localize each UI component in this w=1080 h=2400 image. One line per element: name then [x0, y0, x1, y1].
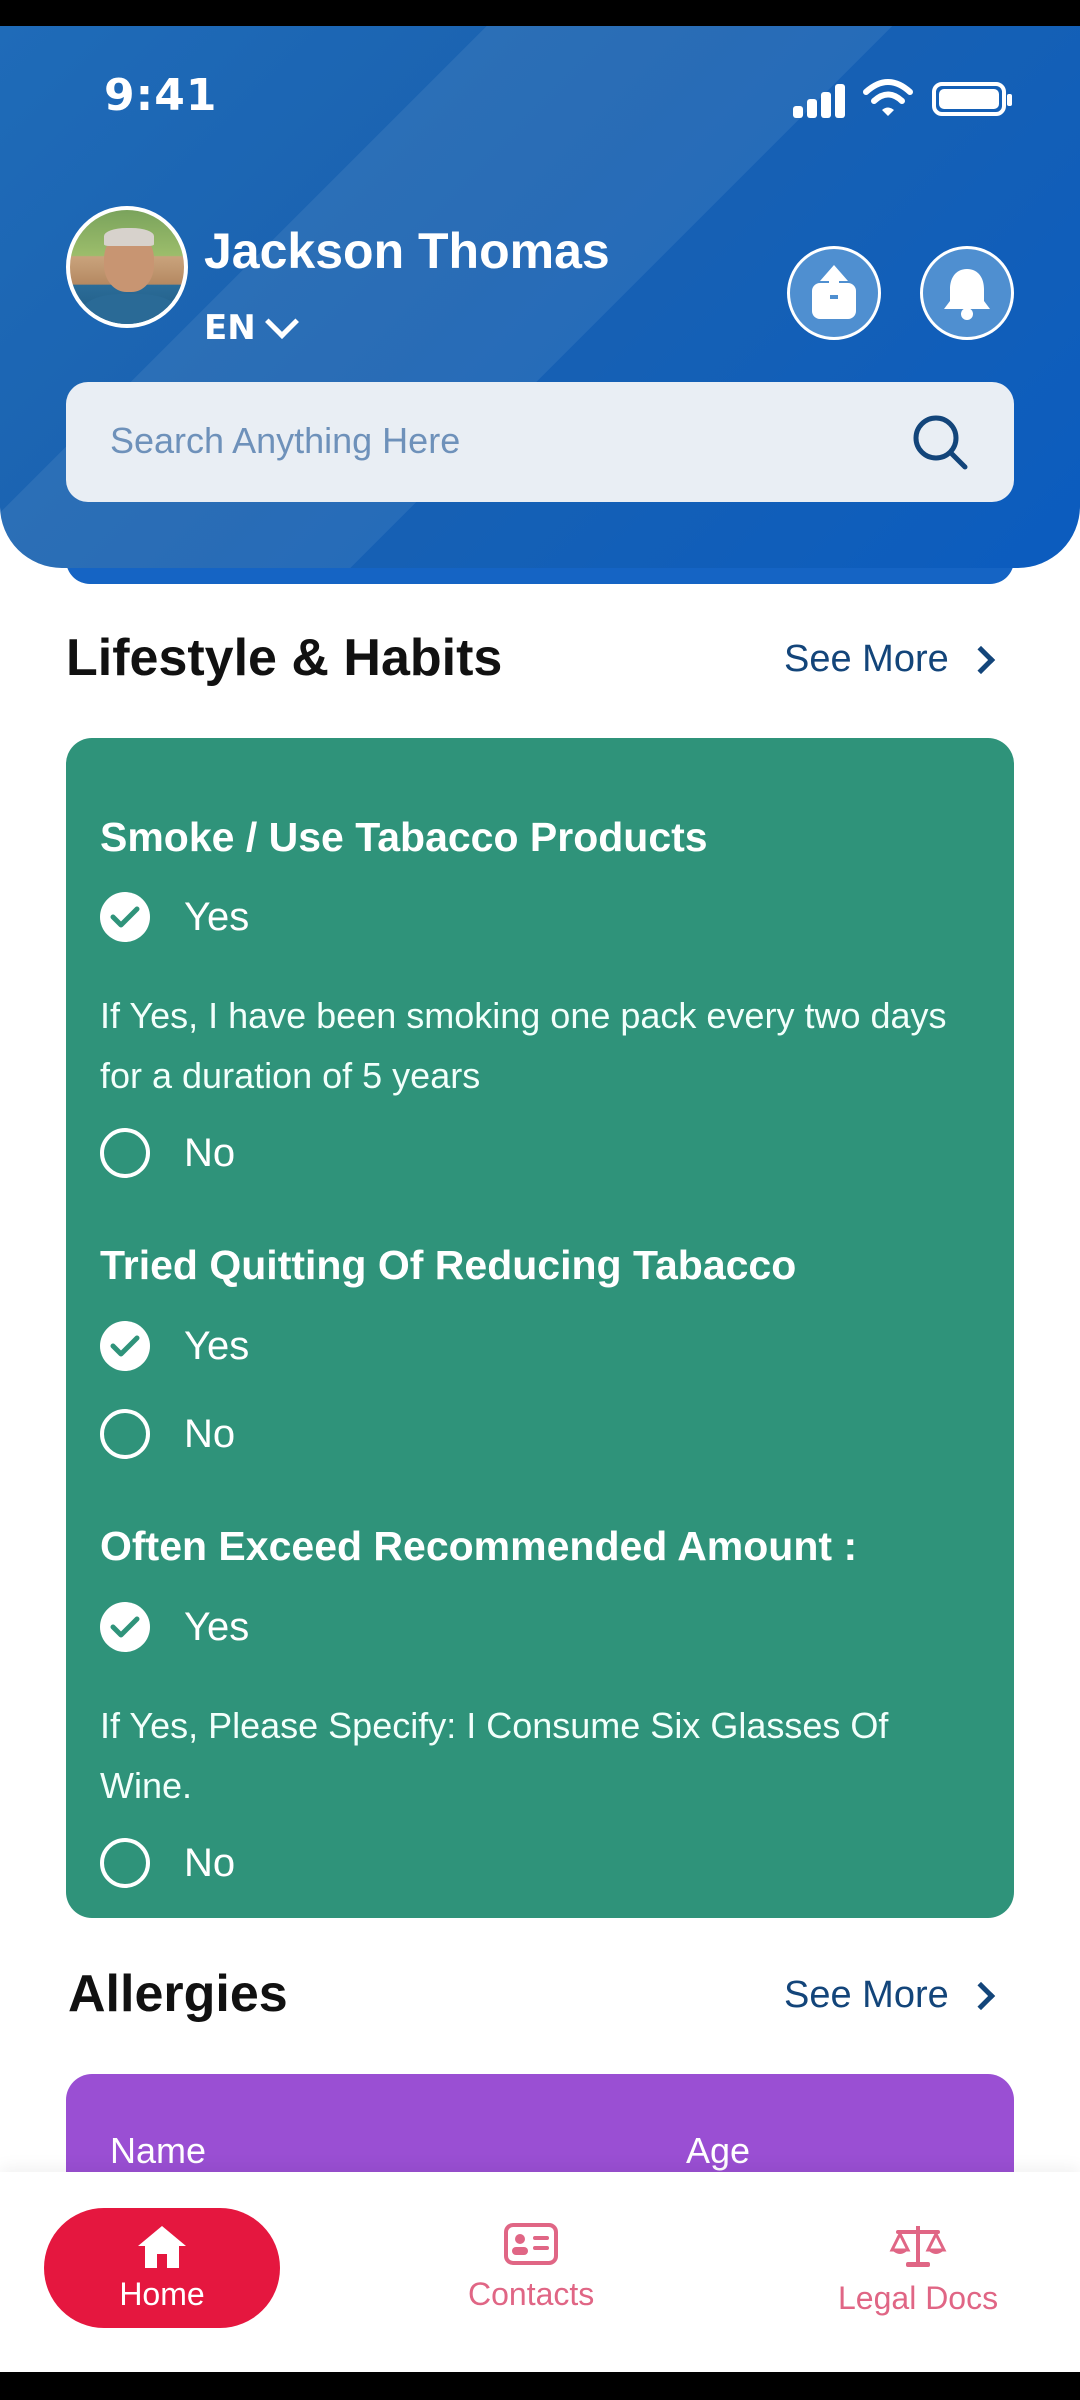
- quit-no-option[interactable]: No: [100, 1409, 235, 1459]
- option-label: No: [184, 1840, 236, 1885]
- allergies-see-more-link[interactable]: See More: [784, 1974, 995, 2017]
- nav-legal-docs[interactable]: Legal Docs: [838, 2222, 998, 2317]
- app-screen: 9:41 Jackson Thomas EN Search Anything H…: [0, 26, 1080, 2372]
- radio-unchecked-icon: [100, 1409, 150, 1459]
- cellular-signal-icon: [793, 84, 845, 118]
- nav-home[interactable]: Home: [44, 2208, 280, 2328]
- option-label: Yes: [184, 894, 250, 939]
- nav-contacts[interactable]: Contacts: [468, 2222, 594, 2313]
- share-button[interactable]: [787, 246, 881, 340]
- allergies-section-title: Allergies: [68, 1965, 288, 2023]
- status-time: 9:41: [104, 70, 218, 121]
- radio-unchecked-icon: [100, 1128, 150, 1178]
- question-smoke: Smoke / Use Tabacco Products: [100, 814, 708, 860]
- header: 9:41 Jackson Thomas EN: [0, 26, 1080, 568]
- smoke-details: If Yes, I have been smoking one pack eve…: [100, 995, 947, 1096]
- avatar[interactable]: [66, 206, 188, 328]
- search-icon[interactable]: [910, 412, 970, 472]
- question-exceed-amount: Often Exceed Recommended Amount :: [100, 1523, 858, 1569]
- search-input[interactable]: [110, 420, 870, 462]
- chevron-right-icon: [966, 1981, 995, 2010]
- lifestyle-section-title: Lifestyle & Habits: [66, 629, 503, 687]
- radio-unchecked-icon: [100, 1838, 150, 1888]
- chevron-down-icon: [264, 305, 299, 339]
- wifi-icon: [863, 79, 913, 116]
- chevron-right-icon: [966, 645, 995, 674]
- exceed-no-option[interactable]: No: [100, 1838, 235, 1888]
- share-upload-icon: [812, 265, 856, 319]
- quit-yes-option[interactable]: Yes: [100, 1321, 249, 1371]
- bottom-navigation: Home Contacts Legal Docs: [0, 2172, 1080, 2372]
- radio-checked-icon: [100, 1321, 150, 1371]
- nav-home-label: Home: [119, 2275, 205, 2312]
- option-label: No: [184, 1130, 236, 1175]
- search-bar: [66, 382, 1014, 502]
- nav-legal-docs-label: Legal Docs: [838, 2280, 999, 2316]
- notifications-button[interactable]: [920, 246, 1014, 340]
- scales-icon: [889, 2226, 947, 2267]
- nav-contacts-label: Contacts: [468, 2276, 595, 2312]
- smoke-no-option[interactable]: No: [100, 1128, 235, 1178]
- language-selector[interactable]: EN: [204, 305, 299, 348]
- column-header-age: Age: [686, 2130, 751, 2171]
- user-name: Jackson Thomas: [204, 223, 610, 279]
- radio-checked-icon: [100, 1602, 150, 1652]
- option-label: Yes: [184, 1604, 250, 1649]
- smoke-yes-option[interactable]: Yes: [100, 892, 249, 942]
- see-more-label: See More: [784, 638, 949, 680]
- option-label: Yes: [184, 1323, 250, 1368]
- bell-icon: [944, 269, 990, 320]
- battery-icon: [932, 82, 1012, 116]
- question-quit-tobacco: Tried Quitting Of Reducing Tabacco: [100, 1242, 797, 1288]
- contact-card-icon: [504, 2223, 559, 2265]
- option-label: No: [184, 1411, 236, 1456]
- home-icon: [138, 2225, 186, 2268]
- lifestyle-see-more-link[interactable]: See More: [784, 638, 995, 681]
- lifestyle-card: Smoke / Use Tabacco Products Yes If Yes,…: [66, 738, 1014, 1918]
- status-bar: 9:41: [0, 26, 1080, 126]
- radio-checked-icon: [100, 892, 150, 942]
- exceed-details: If Yes, Please Specify: I Consume Six Gl…: [100, 1705, 889, 1806]
- exceed-yes-option[interactable]: Yes: [100, 1602, 249, 1652]
- column-header-name: Name: [110, 2130, 207, 2171]
- language-label: EN: [204, 308, 256, 348]
- home-indicator: [0, 2372, 1080, 2400]
- see-more-label: See More: [784, 1974, 949, 2016]
